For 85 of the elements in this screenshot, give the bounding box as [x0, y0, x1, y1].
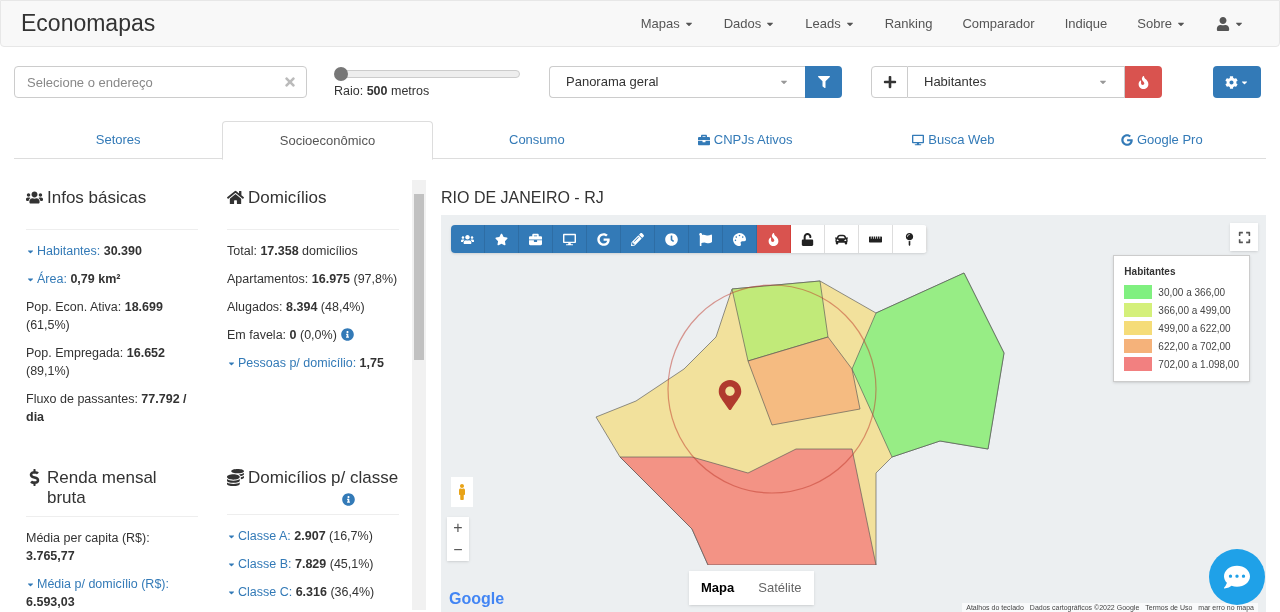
monitor-icon: [563, 232, 576, 246]
padlock-icon: [801, 232, 814, 246]
chat-icon: [1224, 564, 1250, 590]
nav-link[interactable]: Mapas: [625, 13, 709, 34]
radius-slider[interactable]: [334, 67, 520, 81]
stat-text: Alugados: 8.394 (48,4%): [227, 299, 365, 316]
tab[interactable]: Setores: [14, 121, 223, 159]
house-icon: [227, 189, 244, 206]
add-button[interactable]: [871, 66, 908, 98]
legend-label: 702,00 a 1.098,00: [1158, 357, 1239, 372]
stat-text: Pop. Econ. Ativa: 18.699 (61,5%): [26, 299, 164, 334]
users-icon: [26, 189, 43, 206]
stat-text[interactable]: Classe A: 2.907 (16,7%): [227, 527, 373, 545]
view-select[interactable]: Panorama geral: [549, 66, 805, 98]
nav-link[interactable]: Dados: [708, 13, 791, 34]
layer-select[interactable]: Habitantes: [908, 66, 1125, 98]
settings-button[interactable]: [1213, 66, 1261, 98]
info-icon[interactable]: [342, 493, 356, 506]
info-icon[interactable]: [340, 328, 354, 341]
map-logo: Google: [449, 589, 505, 609]
stat-text[interactable]: Classe B: 7.829 (45,1%): [227, 555, 374, 573]
map-title: RIO DE JANEIRO - RJ: [441, 188, 605, 208]
map-type-button[interactable]: Mapa: [689, 571, 747, 605]
flag-icon: [699, 232, 712, 246]
nav-link[interactable]: Sobre: [1122, 13, 1201, 34]
stat-text: Apartamentos: 16.975 (97,8%): [227, 271, 398, 288]
section-title: Domicílios p/ classe: [248, 468, 399, 488]
star-icon: [495, 232, 508, 246]
pencil-icon: [631, 232, 644, 246]
brand-logo[interactable]: Economapas: [21, 6, 156, 41]
chat-button[interactable]: [1209, 549, 1265, 605]
legend-label: 499,00 a 622,00: [1158, 321, 1231, 336]
tab[interactable]: Consumo: [432, 121, 641, 159]
legend-label: 622,00 a 702,00: [1158, 339, 1231, 354]
nav-link[interactable]: Comparador: [947, 13, 1050, 34]
section-title: Renda mensal bruta: [47, 468, 158, 508]
nav-link[interactable]: Indique: [1049, 13, 1123, 34]
scrollbar[interactable]: [412, 180, 426, 610]
stat-text: Fluxo de passantes: 77.792 / dia: [26, 391, 188, 426]
expand-icon: [1237, 230, 1251, 244]
legend-label: 30,00 a 366,00: [1158, 285, 1226, 300]
nav-link[interactable]: Ranking: [869, 13, 948, 34]
section-title: Infos básicas: [47, 188, 147, 208]
stat-text: Em favela: 0 (0,0%): [227, 327, 337, 344]
legend-label: 366,00 a 499,00: [1158, 303, 1231, 318]
google-icon: [1120, 134, 1133, 146]
car-icon: [835, 232, 848, 246]
tab[interactable]: Busca Web: [849, 121, 1058, 159]
monitor-icon: [912, 134, 925, 146]
radius-label: Raio: 500 metros: [334, 83, 431, 100]
clock-icon: [665, 232, 678, 246]
stat-text[interactable]: Classe C: 6.316 (36,4%): [227, 583, 375, 601]
palette-icon: [733, 232, 746, 246]
section-title: Domicílios: [248, 188, 327, 208]
stat-text: Pop. Empregada: 16.652 (89,1%): [26, 345, 166, 380]
tab[interactable]: Google Pro: [1057, 121, 1266, 159]
pin-icon: [903, 232, 916, 246]
briefcase-icon: [697, 134, 710, 146]
briefcase-icon: [529, 232, 542, 246]
fire-icon: [1137, 75, 1150, 89]
zoom-button[interactable]: −: [447, 539, 469, 561]
google-icon: [597, 232, 610, 246]
legend-title: Habitantes: [1124, 265, 1177, 279]
user-icon: [1216, 16, 1230, 31]
zoom-button[interactable]: +: [447, 517, 469, 539]
fire-icon: [767, 232, 780, 246]
coins-icon: [227, 469, 244, 486]
nav-link[interactable]: Leads: [790, 13, 870, 34]
stat-text: Média per capita (R$): 3.765,77: [26, 530, 151, 565]
tab[interactable]: CNPJs Ativos: [641, 121, 850, 159]
map-type-button[interactable]: Satélite: [746, 571, 814, 605]
tab[interactable]: Socioeconômico: [222, 121, 433, 160]
stat-text[interactable]: Área: 0,79 km²: [26, 270, 121, 288]
plus-icon: [882, 75, 897, 89]
filter-button[interactable]: [805, 66, 842, 98]
filter-icon: [817, 76, 830, 88]
heatmap-button[interactable]: [1125, 66, 1162, 98]
address-field[interactable]: Selecione o endereço: [14, 66, 307, 98]
stat-text: Total: 17.358 domicílios: [227, 243, 358, 260]
stat-text[interactable]: Habitantes: 30.390: [26, 242, 142, 260]
settings-icon: [1225, 75, 1238, 89]
fullscreen-button[interactable]: [1230, 223, 1258, 251]
stat-text[interactable]: Média p/ domicílio (R$): 6.593,03: [26, 575, 198, 610]
stat-text[interactable]: Pessoas p/ domicílio: 1,75: [227, 354, 384, 372]
users-icon: [461, 232, 474, 246]
